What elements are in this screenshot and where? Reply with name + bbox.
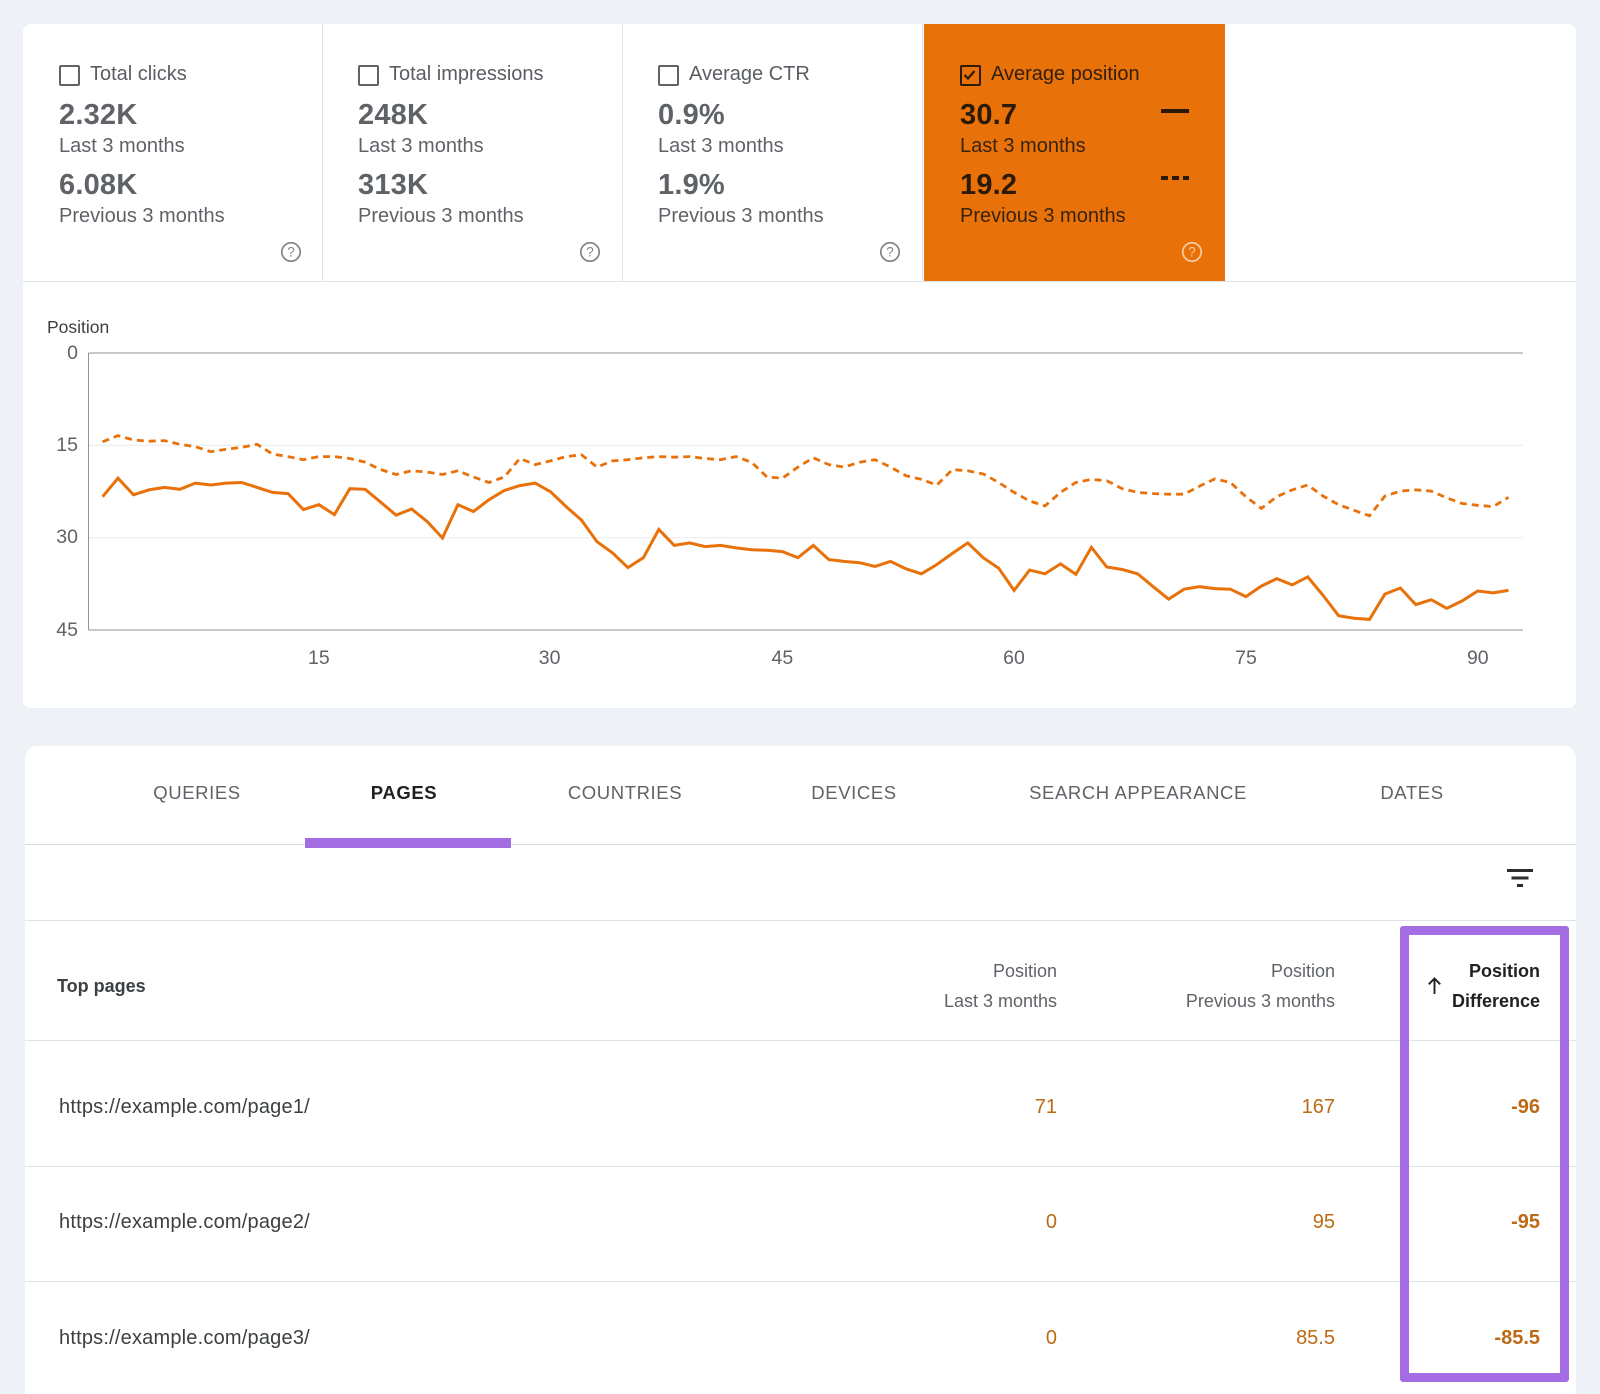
svg-text:60: 60 xyxy=(1003,647,1025,669)
svg-text:45: 45 xyxy=(772,647,794,669)
svg-text:?: ? xyxy=(287,244,295,259)
svg-text:30: 30 xyxy=(539,647,561,669)
svg-text:30: 30 xyxy=(56,526,78,548)
svg-text:75: 75 xyxy=(1235,647,1257,669)
svg-text:15: 15 xyxy=(308,647,330,669)
svg-text:Position: Position xyxy=(47,317,109,337)
svg-text:90: 90 xyxy=(1467,647,1489,669)
svg-text:45: 45 xyxy=(56,619,78,641)
svg-text:?: ? xyxy=(1188,244,1196,259)
svg-text:0: 0 xyxy=(67,342,78,364)
svg-text:15: 15 xyxy=(56,434,78,456)
svg-text:?: ? xyxy=(586,244,594,259)
svg-text:?: ? xyxy=(886,244,894,259)
